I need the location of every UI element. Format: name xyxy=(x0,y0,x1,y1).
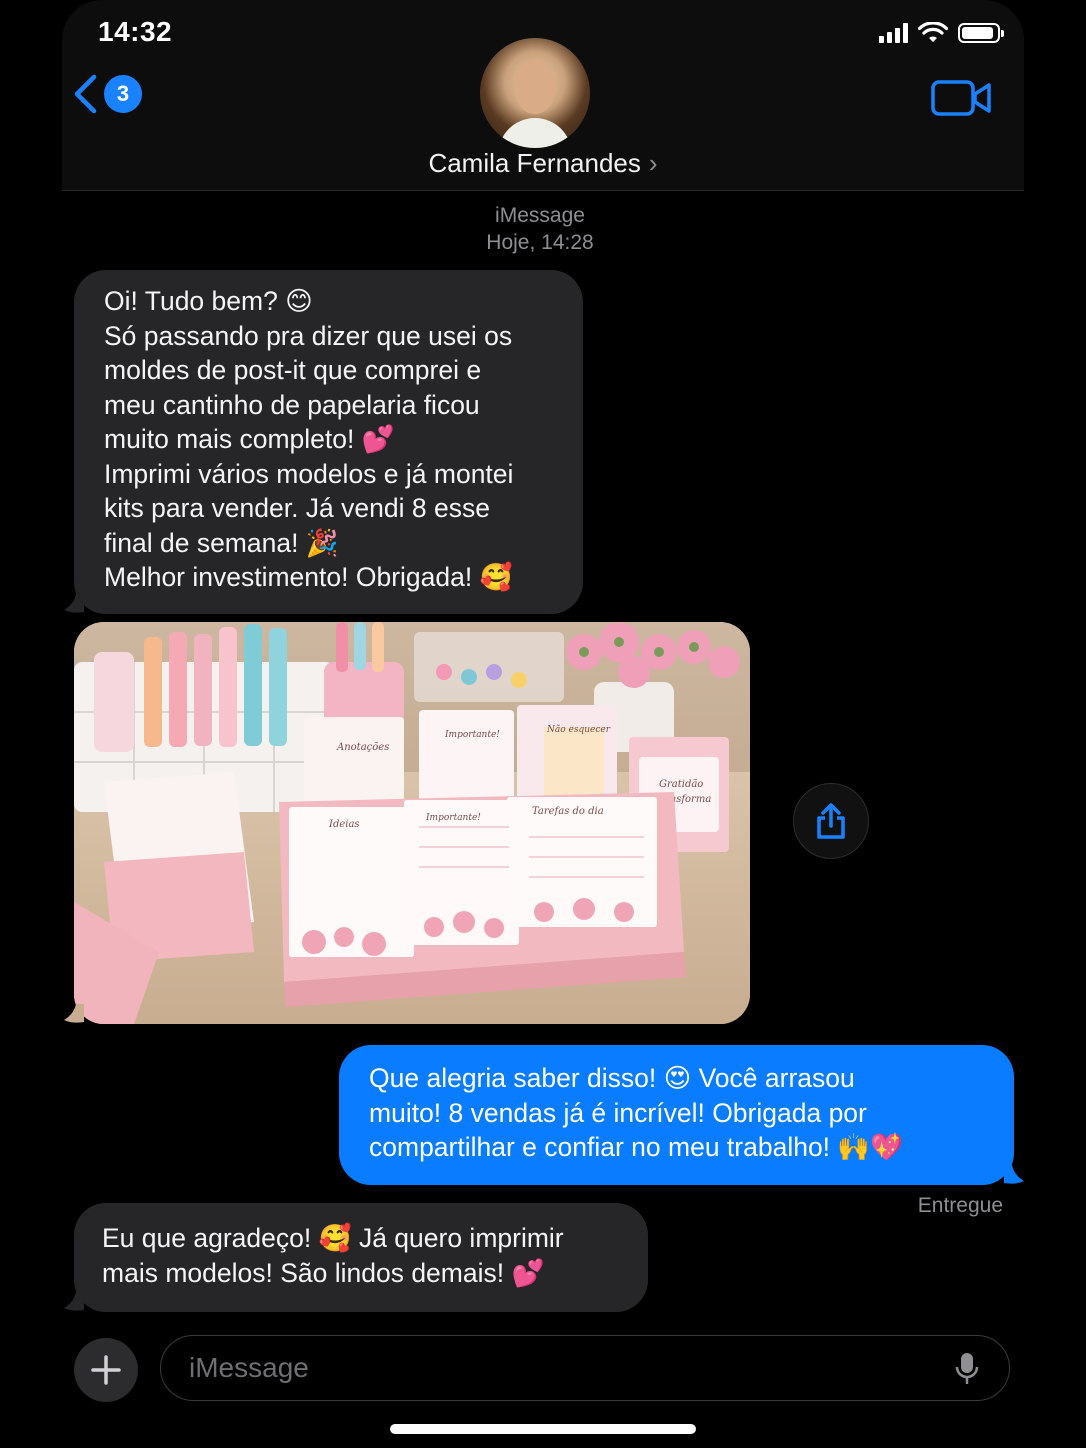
battery-icon xyxy=(958,23,1004,43)
message-line: meu cantinho de papelaria ficou xyxy=(104,389,480,420)
bubble-tail xyxy=(64,1004,84,1023)
add-attachment-button[interactable] xyxy=(74,1338,138,1402)
svg-text:Importante!: Importante! xyxy=(425,813,481,823)
cellular-signal-icon xyxy=(879,23,908,43)
video-camera-icon xyxy=(931,80,991,116)
wifi-icon xyxy=(918,22,948,42)
messages-screen: 14:32 3 Camila Fernandes › iMessage Hoje… xyxy=(0,0,1086,1448)
contact-name: Camila Fernandes xyxy=(428,148,641,178)
microphone-icon[interactable] xyxy=(955,1352,979,1386)
message-line: kits para vender. Já vendi 8 esse xyxy=(104,493,490,523)
message-line: muito mais completo! 💕 xyxy=(104,424,395,454)
bubble-tail xyxy=(64,1292,84,1311)
message-input[interactable]: iMessage xyxy=(160,1335,1010,1401)
svg-text:Anotações: Anotações xyxy=(336,742,389,753)
status-icons xyxy=(879,22,1004,44)
plus-icon xyxy=(91,1355,121,1385)
message-line: mais modelos! São lindos demais! 💕 xyxy=(102,1257,545,1288)
svg-text:Ideias: Ideias xyxy=(328,819,360,830)
contact-name-row[interactable]: Camila Fernandes › xyxy=(0,148,1086,179)
message-line: moldes de post-it que comprei e xyxy=(104,355,482,385)
contact-avatar[interactable] xyxy=(480,38,590,148)
share-icon xyxy=(817,803,845,839)
message-line: Só passando pra dizer que usei os xyxy=(104,320,513,351)
photo-illustration: Anotações Importante! Não esquecer Grati… xyxy=(74,622,750,1024)
facetime-video-button[interactable] xyxy=(930,78,994,123)
back-button[interactable]: 3 xyxy=(72,74,142,114)
message-line: Que alegria saber disso! 😍 Você arrasou xyxy=(369,1063,855,1093)
service-label: iMessage xyxy=(495,204,585,227)
share-button[interactable] xyxy=(793,783,869,859)
outgoing-message-bubble[interactable]: Que alegria saber disso! 😍 Você arrasou … xyxy=(339,1045,1014,1185)
message-line: muito! 8 vendas já é incrível! Obrigada … xyxy=(369,1097,867,1128)
svg-text:Gratidão: Gratidão xyxy=(659,779,703,790)
message-line: Oi! Tudo bem? 😊 xyxy=(104,286,313,316)
chevron-right-icon: › xyxy=(648,148,658,178)
unread-count-badge: 3 xyxy=(104,75,142,113)
message-input-placeholder: iMessage xyxy=(189,1352,309,1383)
conversation-meta: iMessage Hoje, 14:28 xyxy=(0,202,1080,256)
message-line: Melhor investimento! Obrigada! 🥰 xyxy=(104,562,513,592)
message-line: compartilhar e confiar no meu trabalho! … xyxy=(369,1132,904,1162)
incoming-message-bubble[interactable]: Oi! Tudo bem? 😊 Só passando pra dizer qu… xyxy=(74,270,583,614)
bubble-tail xyxy=(64,594,84,613)
svg-text:Importante!: Importante! xyxy=(444,730,500,740)
back-chevron-icon xyxy=(74,74,97,114)
avatar-body xyxy=(498,118,572,148)
message-line: final de semana! 🎉 xyxy=(104,527,339,558)
svg-text:Tarefas do dia: Tarefas do dia xyxy=(532,806,604,817)
avatar-face xyxy=(514,60,556,114)
incoming-message-bubble[interactable]: Eu que agradeço! 🥰 Já quero imprimir mai… xyxy=(74,1203,648,1312)
message-line: Imprimi vários modelos e já montei xyxy=(104,458,514,489)
bubble-tail xyxy=(1004,1165,1024,1184)
svg-text:Não esquecer: Não esquecer xyxy=(546,724,611,735)
delivery-status: Entregue xyxy=(917,1194,1003,1217)
conversation-timestamp: Hoje, 14:28 xyxy=(486,231,594,254)
status-time: 14:32 xyxy=(98,16,173,47)
attached-photo[interactable]: Anotações Importante! Não esquecer Grati… xyxy=(74,622,750,1024)
message-line: Eu que agradeço! 🥰 Já quero imprimir xyxy=(102,1223,564,1253)
home-indicator[interactable] xyxy=(390,1424,696,1434)
